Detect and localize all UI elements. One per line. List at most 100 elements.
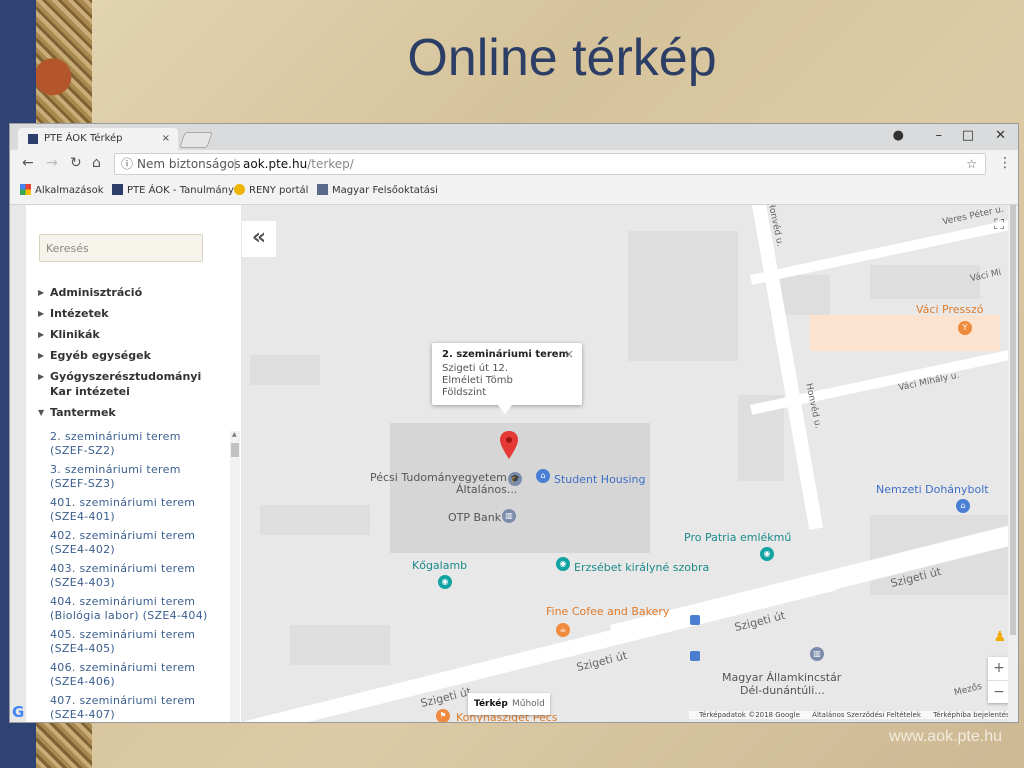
- category-label: Klinikák: [50, 328, 100, 341]
- category-item[interactable]: ▶ Egyéb egységek: [36, 348, 226, 363]
- zoom-out-button[interactable]: −: [988, 681, 1010, 703]
- browser-window: PTE ÁOK Térkép × ● – □ ✕ ← → ↻ ⌂ ⓘ Nem b…: [10, 124, 1018, 722]
- place-label[interactable]: Erzsébet királyné szobra: [574, 561, 709, 574]
- scroll-up-icon[interactable]: ▲: [232, 431, 237, 438]
- restaurant-icon[interactable]: ⚑: [436, 709, 450, 722]
- place-label[interactable]: Pro Patria emlékmű: [684, 531, 791, 544]
- bookmark-apps[interactable]: Alkalmazások: [20, 184, 104, 196]
- bus-stop-icon[interactable]: [690, 615, 700, 625]
- bus-stop-icon[interactable]: [690, 651, 700, 661]
- footer-url: www.aok.pte.hu: [889, 728, 1002, 745]
- tab-close-icon[interactable]: ×: [162, 128, 170, 150]
- location-pin-icon[interactable]: [500, 431, 518, 461]
- place-label[interactable]: OTP Bank: [448, 511, 501, 524]
- map-type-satellite-button[interactable]: Műhold: [512, 693, 545, 715]
- popup-close-icon[interactable]: ×: [564, 347, 574, 361]
- category-item[interactable]: ▶ Gyógyszerésztudományi Kar intézetei: [36, 369, 226, 399]
- collapse-arrow-icon: ▼: [38, 408, 45, 417]
- report-error-link[interactable]: Térképhiba bejelentése: [933, 711, 1014, 719]
- pte-favicon-icon: [28, 134, 38, 144]
- tab-pte-terkep[interactable]: PTE ÁOK Térkép ×: [18, 128, 178, 150]
- bookmark-star-icon[interactable]: ☆: [966, 154, 977, 174]
- place-label[interactable]: Dél-dunántúli...: [740, 684, 825, 697]
- expand-arrow-icon: ▶: [38, 288, 45, 297]
- map-building: [810, 315, 1000, 351]
- attraction-icon[interactable]: ◉: [760, 547, 774, 561]
- fullscreen-icon[interactable]: ⛶: [994, 217, 1004, 233]
- page-scrollbar-thumb[interactable]: [1010, 205, 1016, 635]
- close-window-icon[interactable]: ✕: [995, 128, 1006, 143]
- back-icon[interactable]: ←: [22, 155, 34, 171]
- profile-icon[interactable]: ●: [893, 128, 904, 143]
- map-building: [290, 625, 390, 665]
- room-item[interactable]: 3. szemináriumi terem (SZEF-SZ3): [50, 463, 218, 491]
- new-tab-button[interactable]: [179, 132, 213, 148]
- expand-arrow-icon: ▶: [38, 330, 45, 339]
- zoom-control: + −: [988, 657, 1010, 703]
- minimize-icon[interactable]: –: [936, 128, 943, 143]
- category-item[interactable]: ▶ Adminisztráció: [36, 285, 226, 300]
- place-label[interactable]: Általános...: [456, 483, 517, 496]
- room-item[interactable]: 406. szemináriumi terem (SZE4-406): [50, 661, 218, 689]
- tab-title: PTE ÁOK Térkép: [44, 133, 123, 144]
- room-item[interactable]: 2. szemináriumi terem (SZEF-SZ2): [50, 430, 218, 458]
- info-icon[interactable]: ⓘ: [121, 154, 133, 174]
- category-item-expanded[interactable]: ▼ Tantermek: [36, 405, 226, 420]
- category-item[interactable]: ▶ Intézetek: [36, 306, 226, 321]
- room-item[interactable]: 401. szemináriumi terem (SZE4-401): [50, 496, 218, 524]
- popup-tip: [498, 405, 512, 414]
- page-scrollbar[interactable]: [1008, 205, 1018, 722]
- room-item[interactable]: 405. szemináriumi terem (SZE4-405): [50, 628, 218, 656]
- category-label: Intézetek: [50, 307, 109, 320]
- address-bar[interactable]: ⓘ Nem biztonságos | aok.pte.hu/terkep/ ☆: [114, 153, 986, 175]
- place-label[interactable]: Fine Cofee and Bakery: [546, 605, 669, 618]
- room-item[interactable]: 407. szemináriumi terem (SZE4-407): [50, 694, 218, 722]
- university-icon[interactable]: 🎓: [508, 472, 522, 486]
- map-type-control: Térkép Műhold: [468, 693, 550, 715]
- bank-icon[interactable]: ▥: [502, 509, 516, 523]
- attraction-icon[interactable]: ◉: [438, 575, 452, 589]
- scrollbar-thumb[interactable]: [231, 443, 239, 457]
- forward-icon[interactable]: →: [46, 155, 58, 171]
- pte-icon: [112, 184, 123, 195]
- collapse-sidebar-button[interactable]: «: [242, 221, 276, 257]
- place-label[interactable]: Kőgalamb: [412, 559, 467, 572]
- room-item[interactable]: 404. szemináriumi terem (Biológia labor)…: [50, 595, 218, 623]
- room-item[interactable]: 402. szemináriumi terem (SZE4-402): [50, 529, 218, 557]
- browser-menu-icon[interactable]: ⋮: [998, 155, 1012, 171]
- cafe-icon[interactable]: ☕: [556, 623, 570, 637]
- room-item[interactable]: 403. szemináriumi terem (SZE4-403): [50, 562, 218, 590]
- bookmark-edu[interactable]: Magyar Felsőoktatási: [317, 184, 438, 196]
- home-icon[interactable]: ⌂: [92, 155, 101, 171]
- street-view-pegman-icon[interactable]: ♟: [993, 629, 1006, 645]
- place-label[interactable]: Student Housing: [554, 473, 646, 486]
- expand-arrow-icon: ▶: [38, 372, 45, 381]
- government-icon[interactable]: ▥: [810, 647, 824, 661]
- zoom-in-button[interactable]: +: [988, 657, 1010, 681]
- url-path: /terkep/: [307, 157, 354, 171]
- map-building: [250, 355, 320, 385]
- map-road: [752, 205, 824, 530]
- place-label[interactable]: Nemzeti Dohánybolt: [876, 483, 989, 496]
- map-canvas[interactable]: Honvéd u. Honvéd u. Váci Mi Váci Mihály …: [10, 205, 1018, 722]
- shop-icon[interactable]: ⌂: [956, 499, 970, 513]
- category-item[interactable]: ▶ Klinikák: [36, 327, 226, 342]
- place-label[interactable]: Váci Presszó: [916, 303, 983, 316]
- category-menu: ▶ Adminisztráció ▶ Intézetek ▶ Klinikák ▶ Eg…: [36, 285, 226, 426]
- bookmark-reny[interactable]: RENY portál: [234, 184, 308, 196]
- attraction-icon[interactable]: ◉: [556, 557, 570, 571]
- apps-icon: [20, 184, 31, 195]
- bar-icon[interactable]: Y: [958, 321, 972, 335]
- map-type-map-button[interactable]: Térkép: [474, 693, 508, 715]
- hotel-icon[interactable]: ⌂: [536, 469, 550, 483]
- reload-icon[interactable]: ↻: [70, 155, 82, 171]
- place-label[interactable]: Magyar Államkincstár: [722, 671, 841, 684]
- maximize-icon[interactable]: □: [962, 128, 974, 143]
- search-input[interactable]: Keresés: [39, 234, 203, 262]
- tab-bar: PTE ÁOK Térkép × ● – □ ✕: [10, 124, 1018, 150]
- sidebar-scrollbar[interactable]: ▲: [230, 431, 240, 722]
- terms-link[interactable]: Általános Szerződési Feltételek: [812, 711, 921, 719]
- bookmark-pte[interactable]: PTE ÁOK - Tanulmány: [112, 184, 234, 196]
- slide: Online térkép PTE ÁOK Térkép × ● – □ ✕ ←…: [0, 0, 1024, 768]
- expand-arrow-icon: ▶: [38, 351, 45, 360]
